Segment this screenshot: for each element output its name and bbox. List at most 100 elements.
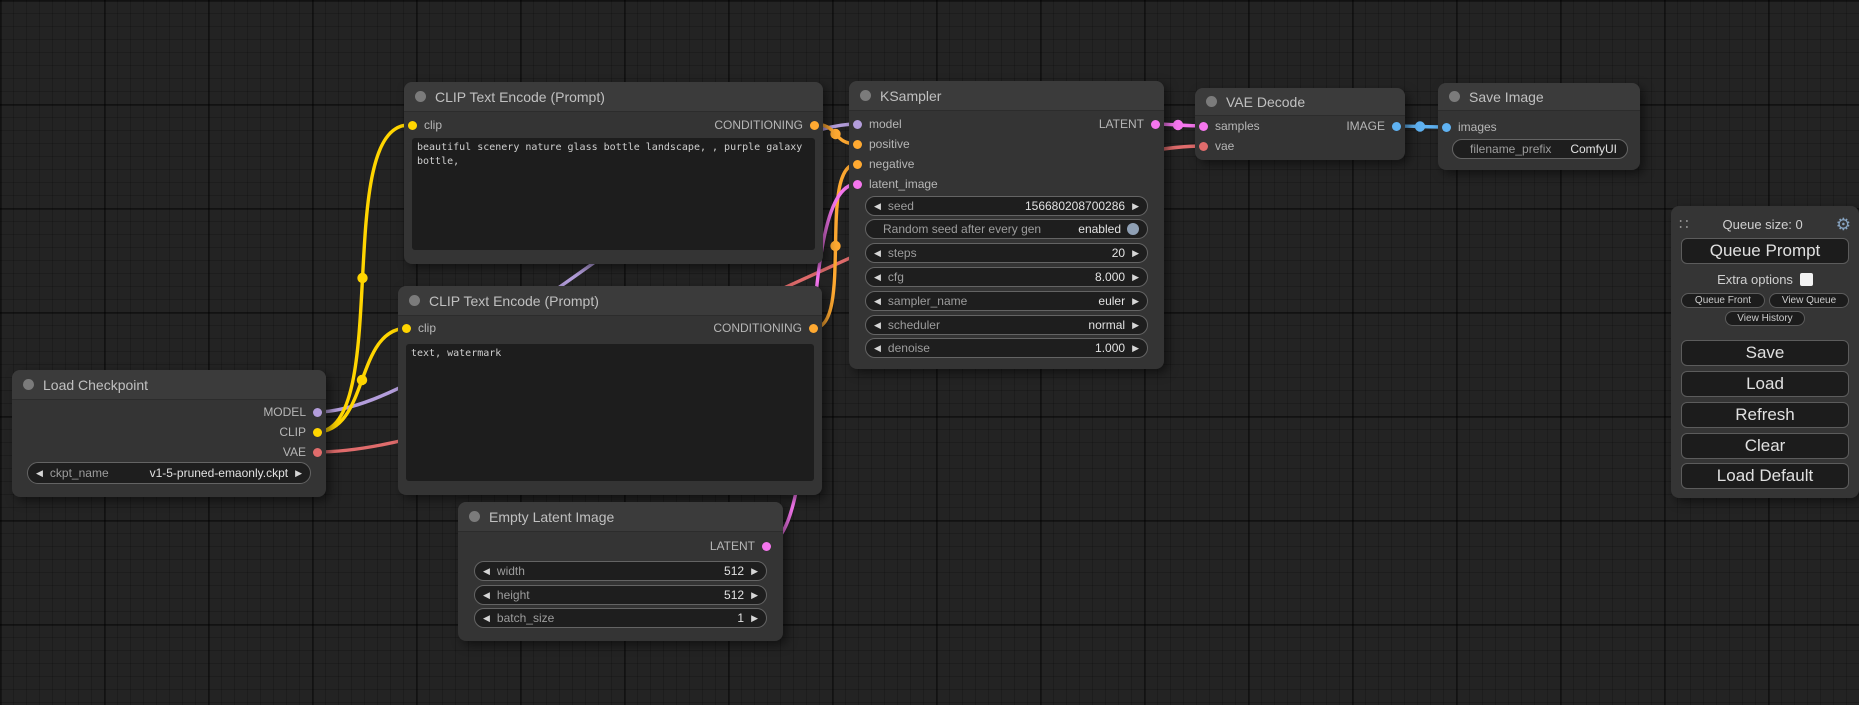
conditioning-output-dot[interactable] xyxy=(809,324,818,333)
increment-arrow-icon[interactable]: ▶ xyxy=(295,469,302,478)
ckpt-name-widget[interactable]: ◀ ckpt_name v1-5-pruned-emaonly.ckpt ▶ xyxy=(27,462,311,484)
widget-value: 156680208700286 xyxy=(1025,199,1125,213)
clip-input-dot[interactable] xyxy=(408,121,417,130)
node-title-bar[interactable]: Save Image xyxy=(1438,83,1640,111)
collapse-dot-icon[interactable] xyxy=(23,379,34,390)
increment-arrow-icon[interactable]: ▶ xyxy=(1132,321,1139,330)
decrement-arrow-icon[interactable]: ◀ xyxy=(483,567,490,576)
node-title: Load Checkpoint xyxy=(43,377,148,393)
decrement-arrow-icon[interactable]: ◀ xyxy=(874,344,881,353)
extra-options-checkbox[interactable] xyxy=(1800,273,1813,286)
latent-output-dot[interactable] xyxy=(762,542,771,551)
increment-arrow-icon[interactable]: ▶ xyxy=(751,591,758,600)
prompt-textarea[interactable]: text, watermark xyxy=(406,344,814,481)
node-title: KSampler xyxy=(880,88,941,104)
drag-handle-icon[interactable]: ∷ xyxy=(1679,215,1690,233)
queue-front-button[interactable]: Queue Front xyxy=(1681,293,1765,308)
height-widget[interactable]: ◀ height 512 ▶ xyxy=(474,585,767,605)
node-title-bar[interactable]: KSampler xyxy=(849,81,1164,111)
view-history-button[interactable]: View History xyxy=(1725,311,1805,326)
collapse-dot-icon[interactable] xyxy=(860,90,871,101)
decrement-arrow-icon[interactable]: ◀ xyxy=(874,297,881,306)
node-title-bar[interactable]: Load Checkpoint xyxy=(12,370,326,400)
negative-input-dot[interactable] xyxy=(853,160,862,169)
increment-arrow-icon[interactable]: ▶ xyxy=(1132,344,1139,353)
increment-arrow-icon[interactable]: ▶ xyxy=(1132,249,1139,258)
filename-prefix-widget[interactable]: filename_prefix ComfyUI xyxy=(1452,139,1628,159)
load-button[interactable]: Load xyxy=(1681,371,1849,397)
latent-output-dot[interactable] xyxy=(1151,120,1160,129)
decrement-arrow-icon[interactable]: ◀ xyxy=(874,273,881,282)
link-midpoint-dot[interactable] xyxy=(830,241,840,251)
node-title-bar[interactable]: VAE Decode xyxy=(1195,88,1405,116)
samples-input-dot[interactable] xyxy=(1199,122,1208,131)
latent-image-input-dot[interactable] xyxy=(853,180,862,189)
positive-input-dot[interactable] xyxy=(853,140,862,149)
steps-widget[interactable]: ◀ steps 20 ▶ xyxy=(865,243,1148,263)
increment-arrow-icon[interactable]: ▶ xyxy=(751,614,758,623)
save-button[interactable]: Save xyxy=(1681,340,1849,366)
input-slot-samples: samples xyxy=(1199,116,1260,136)
link-midpoint-dot[interactable] xyxy=(830,129,840,139)
queue-panel: ∷ Queue size: 0 ⚙ Queue Prompt Extra opt… xyxy=(1671,206,1859,498)
widget-value: euler xyxy=(1098,294,1125,308)
view-queue-button[interactable]: View Queue xyxy=(1769,293,1849,308)
seed-widget[interactable]: ◀ seed 156680208700286 ▶ xyxy=(865,196,1148,216)
increment-arrow-icon[interactable]: ▶ xyxy=(1132,202,1139,211)
denoise-widget[interactable]: ◀ denoise 1.000 ▶ xyxy=(865,338,1148,358)
prompt-textarea[interactable]: beautiful scenery nature glass bottle la… xyxy=(412,138,815,250)
image-output-dot[interactable] xyxy=(1392,122,1401,131)
sampler-name-widget[interactable]: ◀ sampler_name euler ▶ xyxy=(865,291,1148,311)
decrement-arrow-icon[interactable]: ◀ xyxy=(874,249,881,258)
gear-icon[interactable]: ⚙ xyxy=(1836,216,1851,233)
output-slot-conditioning: CONDITIONING xyxy=(714,115,819,135)
node-title-bar[interactable]: CLIP Text Encode (Prompt) xyxy=(398,286,822,316)
batch-size-widget[interactable]: ◀ batch_size 1 ▶ xyxy=(474,608,767,628)
decrement-arrow-icon[interactable]: ◀ xyxy=(36,469,43,478)
images-input-dot[interactable] xyxy=(1442,123,1451,132)
link-midpoint-dot[interactable] xyxy=(1173,120,1183,130)
model-output-dot[interactable] xyxy=(313,408,322,417)
link-midpoint-dot[interactable] xyxy=(1415,121,1425,131)
scheduler-widget[interactable]: ◀ scheduler normal ▶ xyxy=(865,315,1148,335)
clear-button[interactable]: Clear xyxy=(1681,433,1849,459)
collapse-dot-icon[interactable] xyxy=(409,295,420,306)
node-title: CLIP Text Encode (Prompt) xyxy=(435,89,605,105)
slot-label: clip xyxy=(424,118,442,132)
width-widget[interactable]: ◀ width 512 ▶ xyxy=(474,561,767,581)
increment-arrow-icon[interactable]: ▶ xyxy=(1132,297,1139,306)
model-input-dot[interactable] xyxy=(853,120,862,129)
random-seed-toggle-widget[interactable]: Random seed after every gen enabled xyxy=(865,219,1148,239)
decrement-arrow-icon[interactable]: ◀ xyxy=(874,321,881,330)
link-midpoint-dot[interactable] xyxy=(357,273,367,283)
slot-label: LATENT xyxy=(1099,117,1144,131)
conditioning-output-dot[interactable] xyxy=(810,121,819,130)
node-graph-canvas[interactable]: Load Checkpoint MODEL CLIP VAE ◀ ckpt_na… xyxy=(0,0,1859,705)
load-default-button[interactable]: Load Default xyxy=(1681,463,1849,489)
clip-input-dot[interactable] xyxy=(402,324,411,333)
link-midpoint-dot[interactable] xyxy=(357,375,367,385)
widget-label: height xyxy=(497,588,530,602)
node-title-bar[interactable]: CLIP Text Encode (Prompt) xyxy=(404,82,823,112)
vae-input-dot[interactable] xyxy=(1199,142,1208,151)
queue-prompt-button[interactable]: Queue Prompt xyxy=(1681,238,1849,264)
clip-output-dot[interactable] xyxy=(313,428,322,437)
increment-arrow-icon[interactable]: ▶ xyxy=(751,567,758,576)
vae-output-dot[interactable] xyxy=(313,448,322,457)
increment-arrow-icon[interactable]: ▶ xyxy=(1132,273,1139,282)
decrement-arrow-icon[interactable]: ◀ xyxy=(483,591,490,600)
widget-value: ComfyUI xyxy=(1570,142,1617,156)
node-title-bar[interactable]: Empty Latent Image xyxy=(458,502,783,532)
cfg-widget[interactable]: ◀ cfg 8.000 ▶ xyxy=(865,267,1148,287)
widget-value: 20 xyxy=(1112,246,1125,260)
collapse-dot-icon[interactable] xyxy=(415,91,426,102)
collapse-dot-icon[interactable] xyxy=(469,511,480,522)
collapse-dot-icon[interactable] xyxy=(1449,91,1460,102)
refresh-button[interactable]: Refresh xyxy=(1681,402,1849,428)
decrement-arrow-icon[interactable]: ◀ xyxy=(874,202,881,211)
decrement-arrow-icon[interactable]: ◀ xyxy=(483,614,490,623)
toggle-on-icon[interactable] xyxy=(1127,223,1139,235)
widget-label: seed xyxy=(888,199,914,213)
input-slot-clip: clip xyxy=(402,318,436,338)
collapse-dot-icon[interactable] xyxy=(1206,96,1217,107)
